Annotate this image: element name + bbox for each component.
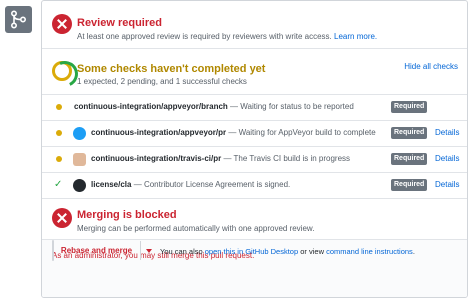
- command-line-instructions-link[interactable]: command line instructions: [326, 247, 413, 256]
- review-section: Review required At least one approved re…: [42, 1, 467, 49]
- rebase-and-merge-button[interactable]: Rebase and merge: [53, 241, 141, 260]
- details-link[interactable]: Details: [435, 180, 459, 189]
- also-text: You can also open this in GitHub Desktop…: [160, 247, 415, 256]
- required-badge: Required: [391, 179, 428, 191]
- also-prefix: You can also: [160, 247, 205, 256]
- checks-title: Some checks haven't completed yet: [77, 63, 266, 75]
- hide-all-checks-link[interactable]: Hide all checks: [404, 62, 458, 71]
- required-badge: Required: [391, 153, 428, 165]
- merge-button-group: Rebase and merge: [52, 240, 152, 261]
- check-description: Waiting for status to be reported: [240, 102, 354, 111]
- check-name: continuous-integration/travis-ci/pr: [91, 154, 222, 163]
- pending-dot-icon: [56, 104, 62, 110]
- merging-blocked-section: Merging is blocked Merging can be perfor…: [42, 199, 467, 239]
- merging-blocked-subtitle: Merging can be performed automatically w…: [77, 224, 315, 233]
- cla-avatar-icon: [73, 179, 86, 192]
- details-link[interactable]: Details: [435, 154, 459, 163]
- review-title: Review required: [77, 17, 162, 29]
- x-circle-icon: [52, 14, 72, 34]
- check-separator: —: [131, 180, 144, 189]
- period-text: .: [412, 247, 415, 256]
- check-row-appveyor-pr: continuous-integration/appveyor/pr — Wai…: [42, 121, 467, 147]
- or-view-text: or view: [298, 247, 327, 256]
- pending-dot-icon: [56, 156, 62, 162]
- appveyor-avatar-icon: [73, 127, 86, 140]
- pending-ring-icon: [52, 61, 72, 81]
- checks-summary-section: Some checks haven't completed yet 1 expe…: [42, 49, 467, 95]
- check-mark-icon: ✓: [54, 179, 63, 190]
- required-badge: Required: [391, 127, 428, 139]
- check-separator: —: [226, 128, 239, 137]
- check-description: The Travis CI build is in progress: [233, 154, 351, 163]
- merge-box: Review required At least one approved re…: [41, 0, 468, 298]
- check-separator: —: [221, 154, 234, 163]
- check-text: license/cla — Contributor License Agreem…: [91, 180, 290, 189]
- check-name: license/cla: [91, 180, 132, 189]
- pending-dot-icon: [56, 130, 62, 136]
- merge-method-dropdown-button[interactable]: [141, 241, 158, 260]
- details-link[interactable]: Details: [435, 128, 459, 137]
- x-circle-icon: [52, 208, 72, 228]
- travis-avatar-icon: [73, 153, 86, 166]
- check-description: Contributor License Agreement is signed.: [143, 180, 291, 189]
- check-separator: —: [227, 102, 241, 111]
- check-row-appveyor-branch: continuous-integration/appveyor/branch —…: [42, 95, 467, 121]
- merging-blocked-title: Merging is blocked: [77, 209, 177, 221]
- checks-subtitle: 1 expected, 2 pending, and 1 successful …: [77, 77, 247, 86]
- check-text: continuous-integration/appveyor/branch —…: [74, 102, 354, 111]
- check-name: continuous-integration/appveyor/pr: [91, 128, 227, 137]
- required-badge: Required: [391, 101, 428, 113]
- check-text: continuous-integration/travis-ci/pr — Th…: [91, 154, 350, 163]
- git-merge-icon: [10, 10, 27, 29]
- github-desktop-link[interactable]: open this in GitHub Desktop: [205, 247, 298, 256]
- merge-status-badge: [5, 6, 32, 33]
- review-subtitle-text: At least one approved review is required…: [77, 32, 332, 41]
- check-row-license-cla: ✓ license/cla — Contributor License Agre…: [42, 173, 467, 199]
- check-row-travis-pr: continuous-integration/travis-ci/pr — Th…: [42, 147, 467, 173]
- check-text: continuous-integration/appveyor/pr — Wai…: [91, 128, 376, 137]
- learn-more-link[interactable]: Learn more.: [334, 32, 377, 41]
- check-description: Waiting for AppVeyor build to complete: [238, 128, 376, 137]
- check-name: continuous-integration/appveyor/branch: [74, 102, 228, 111]
- review-subtitle: At least one approved review is required…: [77, 32, 377, 41]
